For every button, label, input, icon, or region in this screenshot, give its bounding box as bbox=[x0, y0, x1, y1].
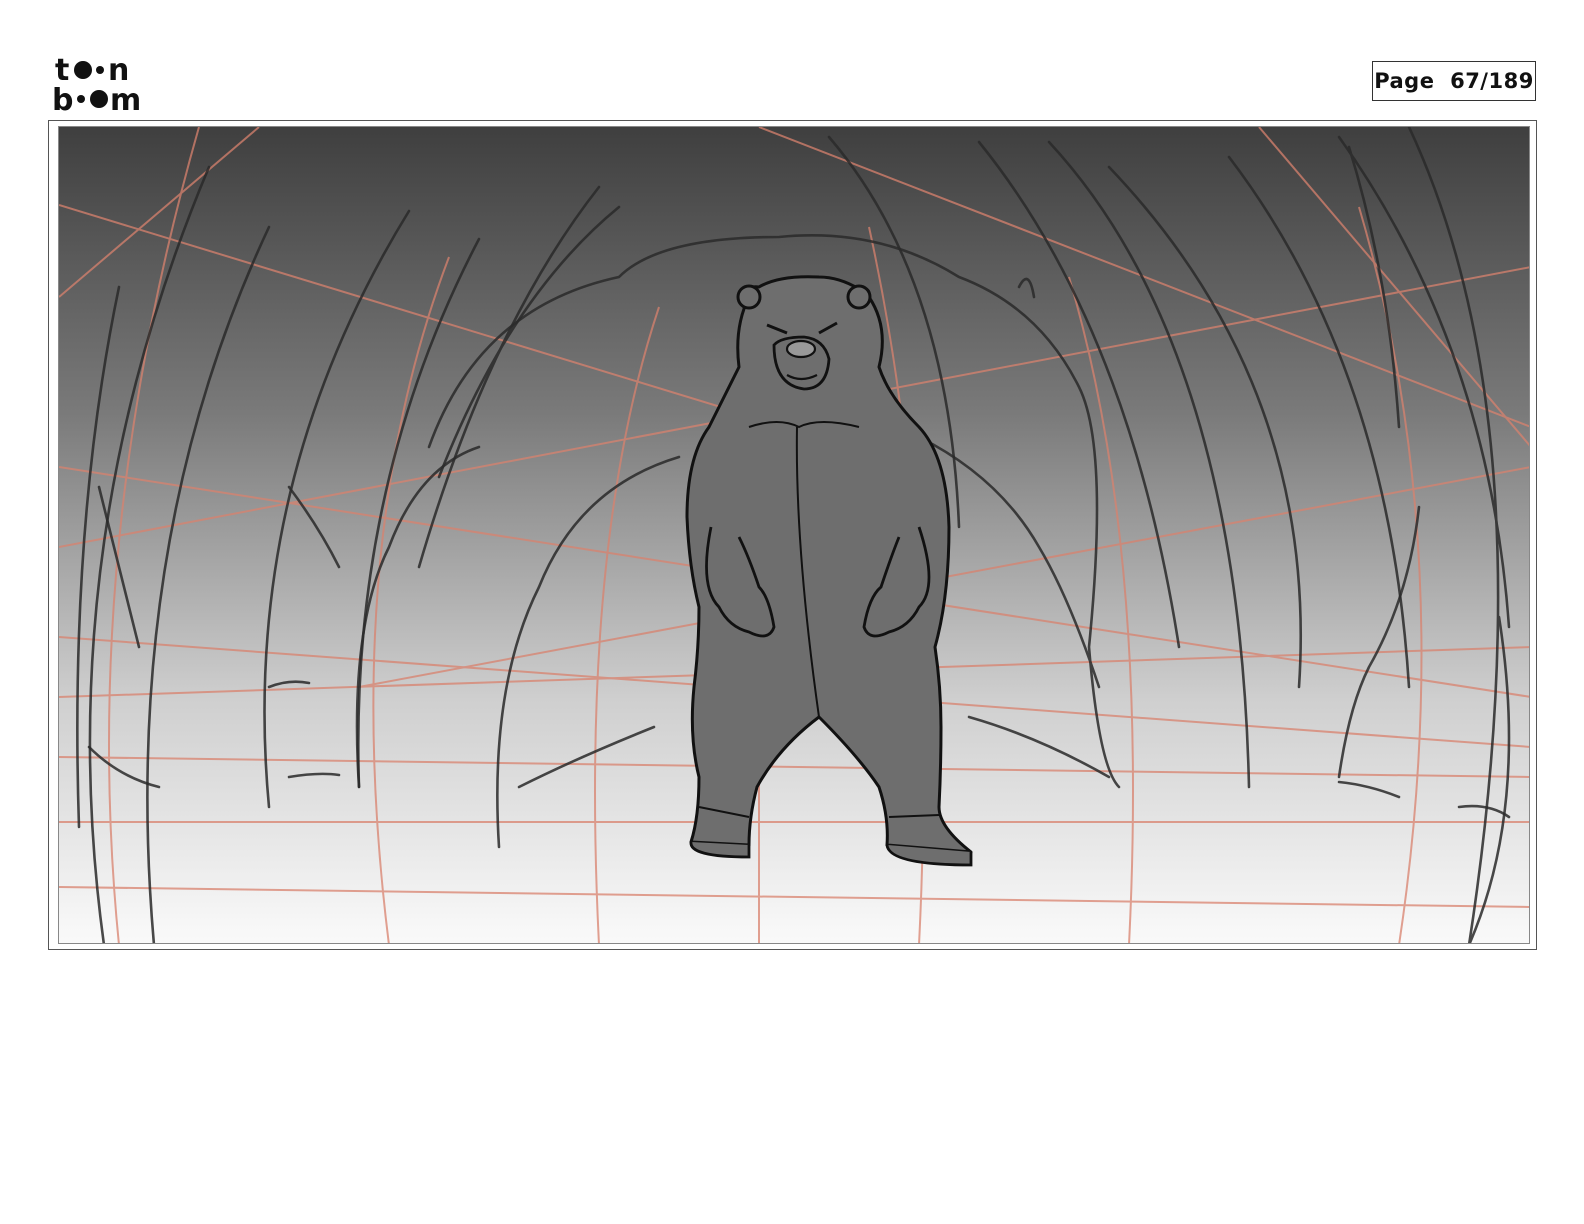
svg-text:m: m bbox=[110, 83, 141, 114]
toonboom-logo: t n b m bbox=[50, 50, 166, 118]
svg-text:b: b bbox=[52, 83, 73, 114]
storyboard-panel bbox=[58, 126, 1530, 944]
page-counter: Page 67/189 bbox=[1372, 61, 1536, 101]
page-counter-text: Page 67/189 bbox=[1374, 69, 1534, 93]
bear-right-ear bbox=[846, 284, 872, 310]
panel-illustration bbox=[59, 127, 1529, 943]
bear-left-ear bbox=[736, 284, 762, 310]
bear-nose bbox=[785, 339, 817, 359]
